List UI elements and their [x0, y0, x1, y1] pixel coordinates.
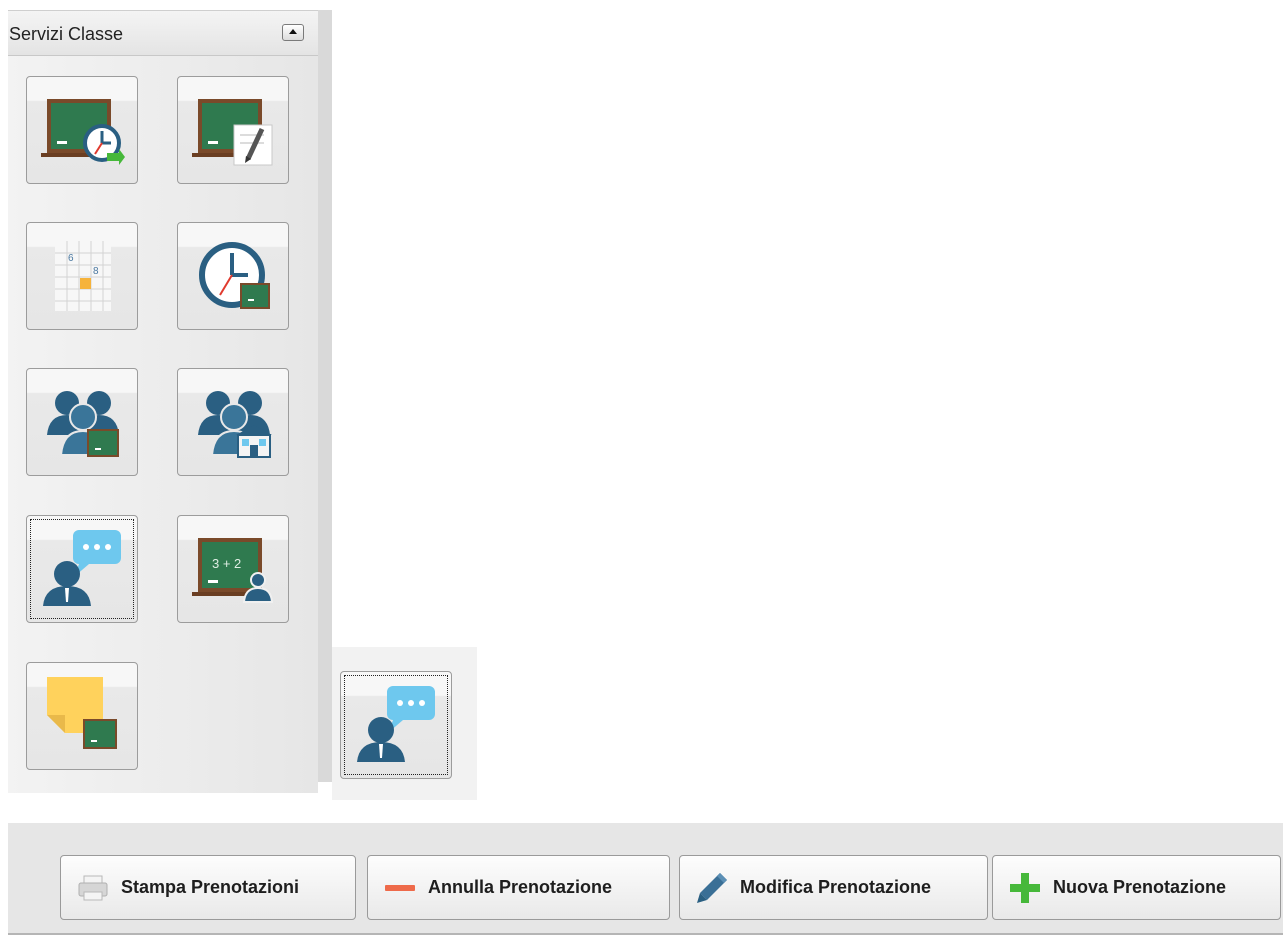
- printer-icon: [78, 875, 108, 900]
- tile-registro-modifica[interactable]: [177, 76, 289, 184]
- tile-colloqui[interactable]: [26, 515, 138, 623]
- users-blackboard-icon: [47, 391, 119, 457]
- blackboard-teacher-icon: 3 + 2: [192, 538, 274, 603]
- tile-note-classe[interactable]: [26, 662, 138, 770]
- stampa-prenotazioni-button[interactable]: Stampa Prenotazioni: [60, 855, 356, 920]
- blackboard-edit-icon: [192, 99, 273, 166]
- stampa-prenotazioni-label: Stampa Prenotazioni: [121, 877, 300, 897]
- collapse-up-icon[interactable]: [282, 24, 304, 41]
- annulla-prenotazione-label: Annulla Prenotazione: [428, 877, 613, 897]
- pencil-icon: [697, 872, 727, 903]
- tile-registro-orario[interactable]: [26, 76, 138, 184]
- tile-orario-classe[interactable]: [177, 222, 289, 330]
- panel-scrollbar[interactable]: [318, 10, 332, 782]
- panel-header: Servizi Classe: [8, 11, 318, 56]
- drag-ghost-tile[interactable]: [340, 671, 452, 779]
- panel-title: Servizi Classe: [9, 24, 124, 44]
- teacher-chat-icon: [357, 686, 435, 762]
- annulla-prenotazione-button[interactable]: Annulla Prenotazione: [367, 855, 670, 920]
- sticky-note-blackboard-icon: [47, 677, 117, 749]
- svg-text:8: 8: [93, 266, 99, 277]
- svg-text:6: 6: [68, 253, 74, 264]
- modifica-prenotazione-button[interactable]: Modifica Prenotazione: [679, 855, 988, 920]
- tile-orario-griglia[interactable]: 6 8: [26, 222, 138, 330]
- teacher-chat-icon: [43, 530, 121, 606]
- clock-blackboard-icon: [199, 242, 270, 309]
- plus-icon: [1010, 872, 1040, 903]
- svg-text:3 + 2: 3 + 2: [212, 556, 241, 571]
- tile-alunni-classe[interactable]: [26, 368, 138, 476]
- tile-alunni-scuola[interactable]: [177, 368, 289, 476]
- nuova-prenotazione-label: Nuova Prenotazione: [1053, 877, 1227, 897]
- tile-lezione-docente[interactable]: 3 + 2: [177, 515, 289, 623]
- users-school-icon: [198, 391, 272, 458]
- modifica-prenotazione-label: Modifica Prenotazione: [740, 877, 932, 897]
- blackboard-clock-icon: [41, 99, 125, 165]
- timetable-grid-icon: 6 8: [55, 241, 111, 311]
- bottom-toolbar: Stampa Prenotazioni Annulla Prenotazione…: [8, 823, 1283, 935]
- minus-icon: [385, 884, 415, 891]
- nuova-prenotazione-button[interactable]: Nuova Prenotazione: [992, 855, 1281, 920]
